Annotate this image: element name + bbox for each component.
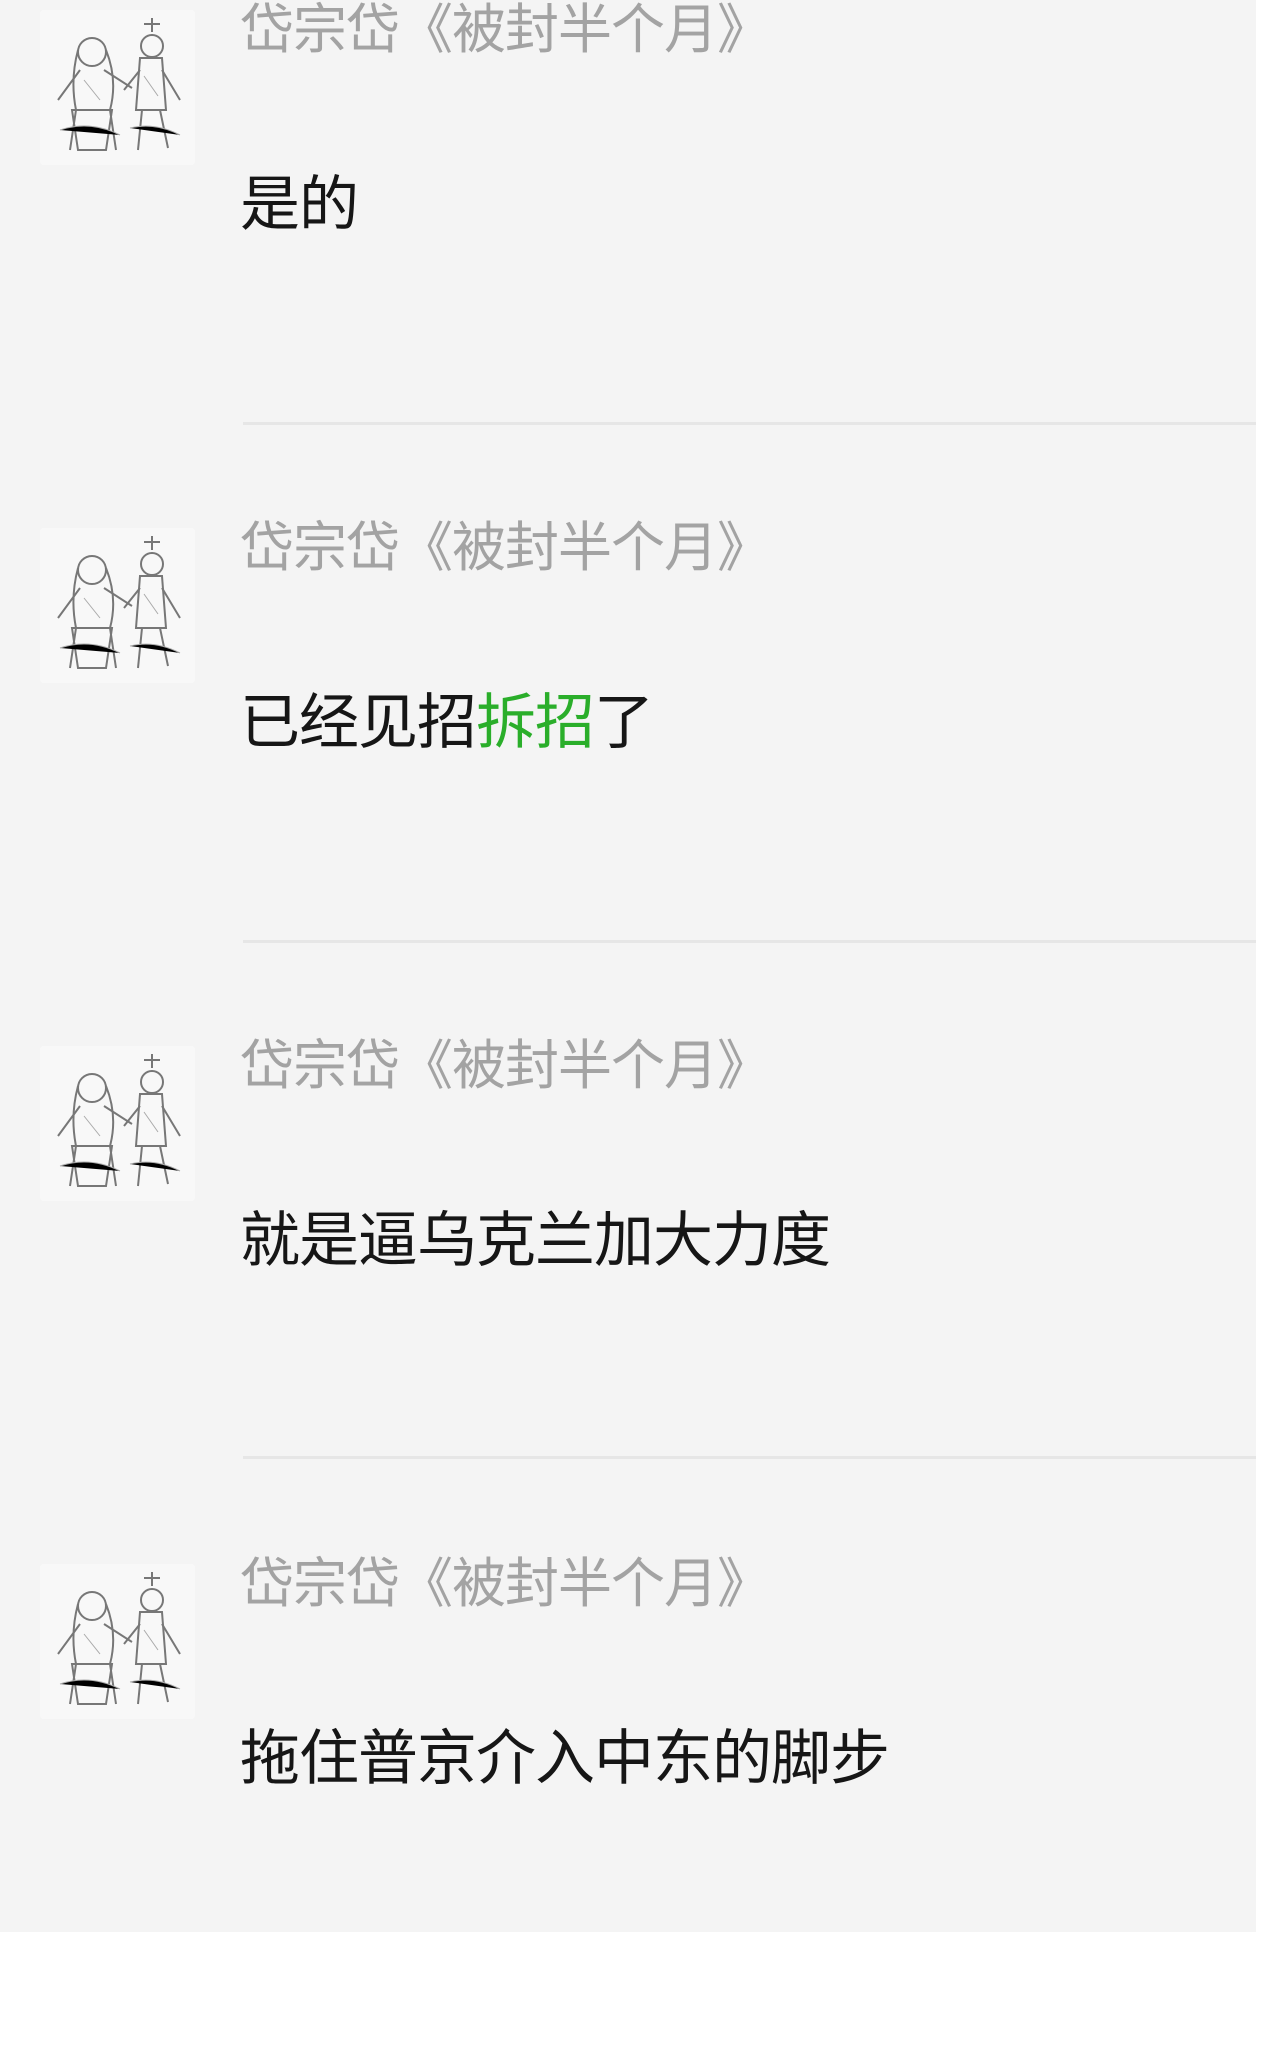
comment-author[interactable]: 岱宗岱《被封半个月》 bbox=[240, 1554, 771, 1614]
avatar-sketch-icon bbox=[40, 10, 195, 165]
avatar[interactable] bbox=[40, 1046, 195, 1201]
comment-author[interactable]: 岱宗岱《被封半个月》 bbox=[240, 1036, 771, 1096]
avatar-sketch-icon bbox=[40, 1564, 195, 1719]
avatar[interactable] bbox=[40, 1564, 195, 1719]
avatar[interactable] bbox=[40, 10, 195, 165]
avatar-sketch-icon bbox=[40, 528, 195, 683]
avatar[interactable] bbox=[40, 528, 195, 683]
divider bbox=[243, 1456, 1256, 1459]
comment-text-part: 拖住普京介入中东的脚步 bbox=[240, 1724, 890, 1794]
comment-item: 岱宗岱《被封半个月》 已经见招拆招了 bbox=[0, 518, 1256, 1036]
comment-text: 已经见招拆招了 bbox=[240, 688, 654, 758]
comment-text-part: 就是逼乌克兰加大力度 bbox=[240, 1206, 831, 1276]
comment-text-highlight[interactable]: 拆招 bbox=[476, 688, 595, 758]
comment-text: 就是逼乌克兰加大力度 bbox=[240, 1206, 831, 1276]
comment-feed: 岱宗岱《被封半个月》 是的 岱宗岱《被封半个月》 已经见招拆招了 岱宗岱《被封半… bbox=[0, 0, 1256, 1932]
comment-author[interactable]: 岱宗岱《被封半个月》 bbox=[240, 0, 771, 60]
comment-text-part: 已经见招 bbox=[240, 688, 477, 758]
comment-text-part: 是的 bbox=[240, 170, 359, 240]
avatar-sketch-icon bbox=[40, 1046, 195, 1201]
comment-item: 岱宗岱《被封半个月》 是的 bbox=[0, 0, 1256, 518]
comment-text: 拖住普京介入中东的脚步 bbox=[240, 1724, 890, 1794]
comment-text-part: 了 bbox=[594, 688, 654, 758]
divider bbox=[243, 422, 1256, 425]
comment-item: 岱宗岱《被封半个月》 拖住普京介入中东的脚步 bbox=[0, 1554, 1256, 2072]
comment-text: 是的 bbox=[240, 170, 359, 240]
comment-author[interactable]: 岱宗岱《被封半个月》 bbox=[240, 518, 771, 578]
divider bbox=[243, 940, 1256, 943]
comment-item: 岱宗岱《被封半个月》 就是逼乌克兰加大力度 bbox=[0, 1036, 1256, 1554]
page-edge bbox=[1256, 0, 1281, 1932]
